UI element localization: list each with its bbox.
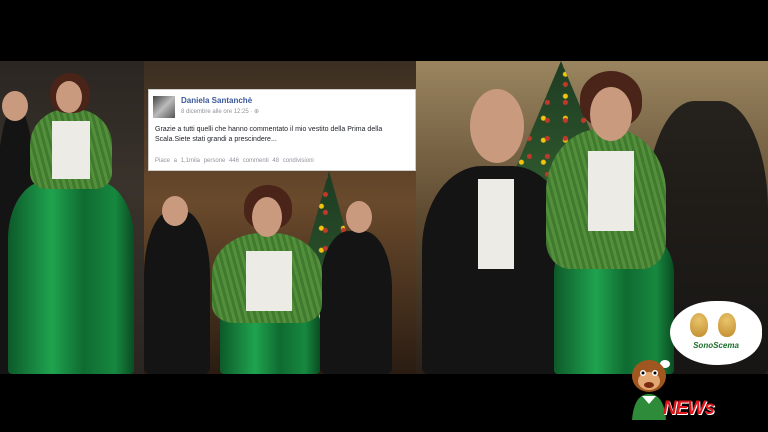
chick-icon [690, 313, 708, 337]
man-left-head [162, 196, 188, 226]
white-blouse [246, 251, 292, 311]
woman-face [252, 197, 282, 237]
man-in-tuxedo-right [320, 231, 392, 374]
green-satin-skirt [8, 181, 134, 374]
chick-icon [718, 313, 736, 337]
sonoscema-logo: SonoScema [672, 303, 760, 363]
man-in-suit-left [144, 211, 210, 374]
post-stats[interactable]: Piace a 1,1mila persone 446 commenti 48 … [155, 158, 314, 164]
photo-left [0, 61, 144, 374]
post-author[interactable]: Daniela Santanchè [181, 96, 252, 105]
facebook-post: Daniela Santanchè 8 dicembre alle ore 12… [148, 89, 416, 171]
author-avatar[interactable] [153, 96, 175, 118]
man-head [2, 91, 28, 121]
man-bald-head [470, 89, 524, 163]
post-text: Grazie a tutti quelli che hanno commenta… [155, 126, 383, 143]
logo-text: SonoScema [693, 341, 739, 350]
man-shirt [478, 179, 514, 269]
white-blouse [52, 121, 90, 179]
woman-face [56, 81, 82, 113]
white-blouse [588, 151, 634, 231]
man-right-head [346, 201, 372, 233]
news-label: NEWs [663, 398, 715, 419]
post-date[interactable]: 8 dicembre alle ore 12:25 · ⊕ [181, 108, 259, 115]
woman-face [590, 87, 632, 141]
